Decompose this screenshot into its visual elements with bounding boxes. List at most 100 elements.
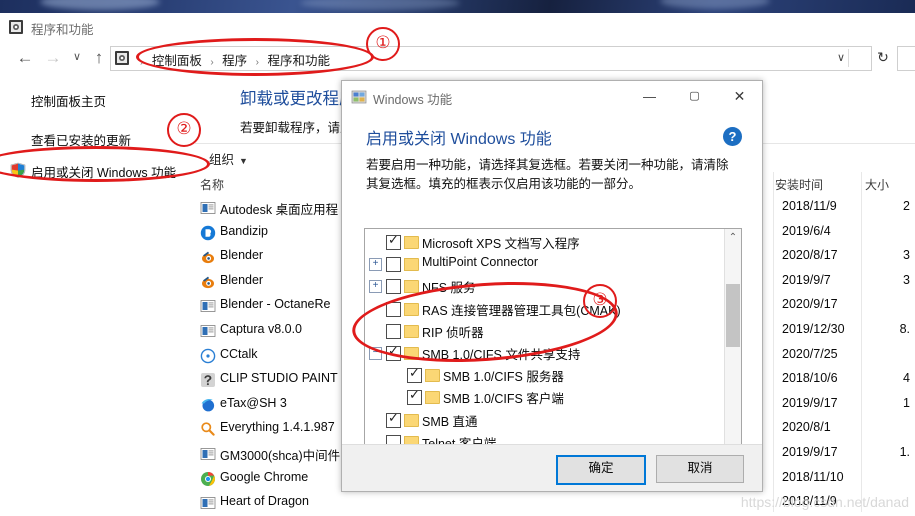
feature-row[interactable]: ✓ SMB 直通 — [365, 409, 723, 431]
refresh-icon[interactable]: ↻ — [873, 47, 893, 67]
sidebar-item-installed-updates[interactable]: 查看已安装的更新 — [31, 130, 131, 149]
feature-checkbox[interactable]: ✓ — [386, 411, 401, 428]
features-scrollbar[interactable]: ⌃ ⌄ — [724, 229, 741, 472]
feature-checkbox[interactable]: ✓ — [407, 366, 422, 384]
feature-label: RAS 连接管理器管理工具包(CMAK) — [422, 303, 621, 318]
install-date: 2020/8/17 — [782, 248, 838, 263]
breadcrumb-sep-0: › — [140, 57, 144, 68]
tree-expander-icon[interactable]: − — [369, 346, 382, 360]
scrollbar-thumb[interactable] — [726, 284, 740, 347]
window-titlebar: 程序和功能 — [0, 13, 915, 42]
program-size: 1 — [903, 395, 910, 410]
blender-icon — [200, 274, 216, 290]
breadcrumb[interactable]: › 控制面板 › 程序 › 程序和功能 — [135, 50, 330, 69]
breadcrumb-item-1[interactable]: 程序 — [222, 54, 247, 68]
feature-row[interactable]: RIP 侦听器 — [365, 320, 723, 342]
column-header-name[interactable]: 名称 — [200, 176, 224, 193]
dialog-description: 若要启用一种功能，请选择其复选框。若要关闭一种功能，请清除其复选框。填充的框表示… — [366, 158, 729, 191]
chrome-icon — [200, 471, 216, 487]
clipstudio-icon — [200, 372, 216, 388]
feature-row[interactable]: + MultiPoint Connector — [365, 253, 723, 275]
program-size: 1. — [899, 444, 910, 459]
sidebar-item-windows-features[interactable]: 启用或关闭 Windows 功能 — [31, 162, 176, 181]
scroll-up-icon[interactable]: ⌃ — [725, 229, 741, 246]
cctalk-icon — [200, 348, 216, 364]
tree-expander-icon[interactable]: + — [369, 258, 382, 272]
up-button[interactable]: ↑ — [88, 47, 110, 69]
program-name: Autodesk 桌面应用程 — [220, 203, 339, 217]
feature-label: SMB 1.0/CIFS 客户端 — [443, 392, 564, 407]
feature-checkbox[interactable]: ✓ — [407, 388, 422, 406]
program-name: CLIP STUDIO PAINT — [220, 371, 338, 386]
maximize-icon[interactable]: ▢ — [672, 81, 717, 112]
generic-app-icon — [200, 495, 216, 511]
feature-label: Microsoft XPS 文档写入程序 — [422, 237, 580, 251]
program-size: 4 — [903, 371, 910, 386]
program-name: Blender — [220, 248, 264, 263]
generic-app-icon — [200, 446, 216, 462]
install-date: 2019/6/4 — [782, 223, 831, 238]
program-size: 3 — [903, 248, 910, 263]
sidebar-item-control-panel-home[interactable]: 控制面板主页 — [31, 91, 106, 110]
sidebar: 控制面板主页 查看已安装的更新 启用或关闭 Windows 功能 — [0, 73, 195, 516]
feature-checkbox[interactable] — [386, 323, 401, 339]
folder-icon — [404, 324, 419, 338]
program-size: 3 — [903, 272, 910, 287]
breadcrumb-sep-1: › — [210, 57, 214, 68]
organize-button[interactable]: 组织 ▼ — [209, 149, 248, 168]
etax-icon — [200, 397, 216, 413]
tree-expander-icon[interactable]: + — [369, 280, 382, 294]
feature-row[interactable]: RAS 连接管理器管理工具包(CMAK) — [365, 298, 723, 320]
program-name: Everything 1.4.1.987 — [220, 420, 335, 435]
table-row[interactable]: Heart of Dragon 2018/11/9 — [195, 491, 915, 516]
ok-button[interactable]: 确定 — [556, 455, 646, 485]
breadcrumb-item-2[interactable]: 程序和功能 — [267, 54, 330, 68]
search-input[interactable] — [897, 46, 915, 71]
shield-icon — [10, 162, 26, 178]
feature-checkbox[interactable] — [386, 279, 401, 295]
generic-app-icon — [200, 323, 216, 339]
feature-checkbox[interactable]: ✓ — [386, 233, 401, 250]
feature-row[interactable]: ✓ Microsoft XPS 文档写入程序 — [365, 231, 723, 253]
install-date: 2020/7/25 — [782, 346, 838, 361]
install-date: 2019/9/7 — [782, 272, 831, 287]
column-header-size[interactable]: 大小 — [865, 176, 889, 193]
feature-row[interactable]: − ✓ SMB 1.0/CIFS 文件共享支持 — [365, 342, 723, 364]
feature-row[interactable]: ✓ SMB 1.0/CIFS 客户端 — [365, 386, 723, 408]
feature-label: SMB 1.0/CIFS 文件共享支持 — [422, 347, 581, 362]
feature-label: SMB 直通 — [422, 414, 478, 429]
forward-button[interactable]: → — [42, 47, 64, 69]
page-subtitle: 若要卸载程序，请从 — [240, 121, 353, 135]
program-size: 2 — [903, 199, 910, 213]
features-tree[interactable]: ✓ Microsoft XPS 文档写入程序 + MultiPoint Connect… — [364, 228, 742, 475]
feature-row[interactable]: ✓ SMB 1.0/CIFS 服务器 — [365, 364, 723, 386]
dialog-title: Windows 功能 — [373, 93, 453, 107]
chevron-down-icon[interactable]: ∨ — [837, 51, 845, 64]
close-icon[interactable]: ✕ — [717, 81, 762, 112]
folder-icon — [404, 258, 419, 272]
install-date: 2018/10/6 — [782, 371, 838, 386]
feature-checkbox[interactable] — [386, 257, 401, 273]
feature-row[interactable]: + NFS 服务 — [365, 275, 723, 297]
navigation-bar: ← → ∨ ↑ › 控制面板 › 程序 › 程序和功能 ∨ ↻ — [0, 41, 915, 73]
feature-label: SMB 1.0/CIFS 服务器 — [443, 370, 564, 385]
everything-icon — [200, 421, 216, 437]
feature-checkbox[interactable] — [386, 301, 401, 317]
feature-checkbox[interactable]: ✓ — [386, 344, 401, 361]
cancel-button[interactable]: 取消 — [656, 455, 744, 483]
chevron-down-icon: ▼ — [239, 156, 248, 166]
program-name: Bandizip — [220, 223, 268, 238]
windows-features-dialog: Windows 功能 — ▢ ✕ 启用或关闭 Windows 功能 ? 若要启用… — [341, 80, 763, 492]
program-name: Heart of Dragon — [220, 494, 309, 509]
column-header-install-date[interactable]: 安装时间 — [775, 176, 823, 193]
breadcrumb-item-0[interactable]: 控制面板 — [152, 54, 202, 68]
address-bar-divider — [848, 49, 849, 67]
folder-icon — [404, 280, 419, 294]
recent-locations-button[interactable]: ∨ — [66, 47, 88, 69]
folder-icon — [404, 346, 419, 360]
address-bar[interactable]: › 控制面板 › 程序 › 程序和功能 ∨ — [110, 46, 872, 71]
minimize-icon[interactable]: — — [627, 81, 672, 112]
program-name: eTax@SH 3 — [220, 395, 287, 410]
back-button[interactable]: ← — [14, 47, 36, 69]
help-icon[interactable]: ? — [723, 127, 742, 146]
